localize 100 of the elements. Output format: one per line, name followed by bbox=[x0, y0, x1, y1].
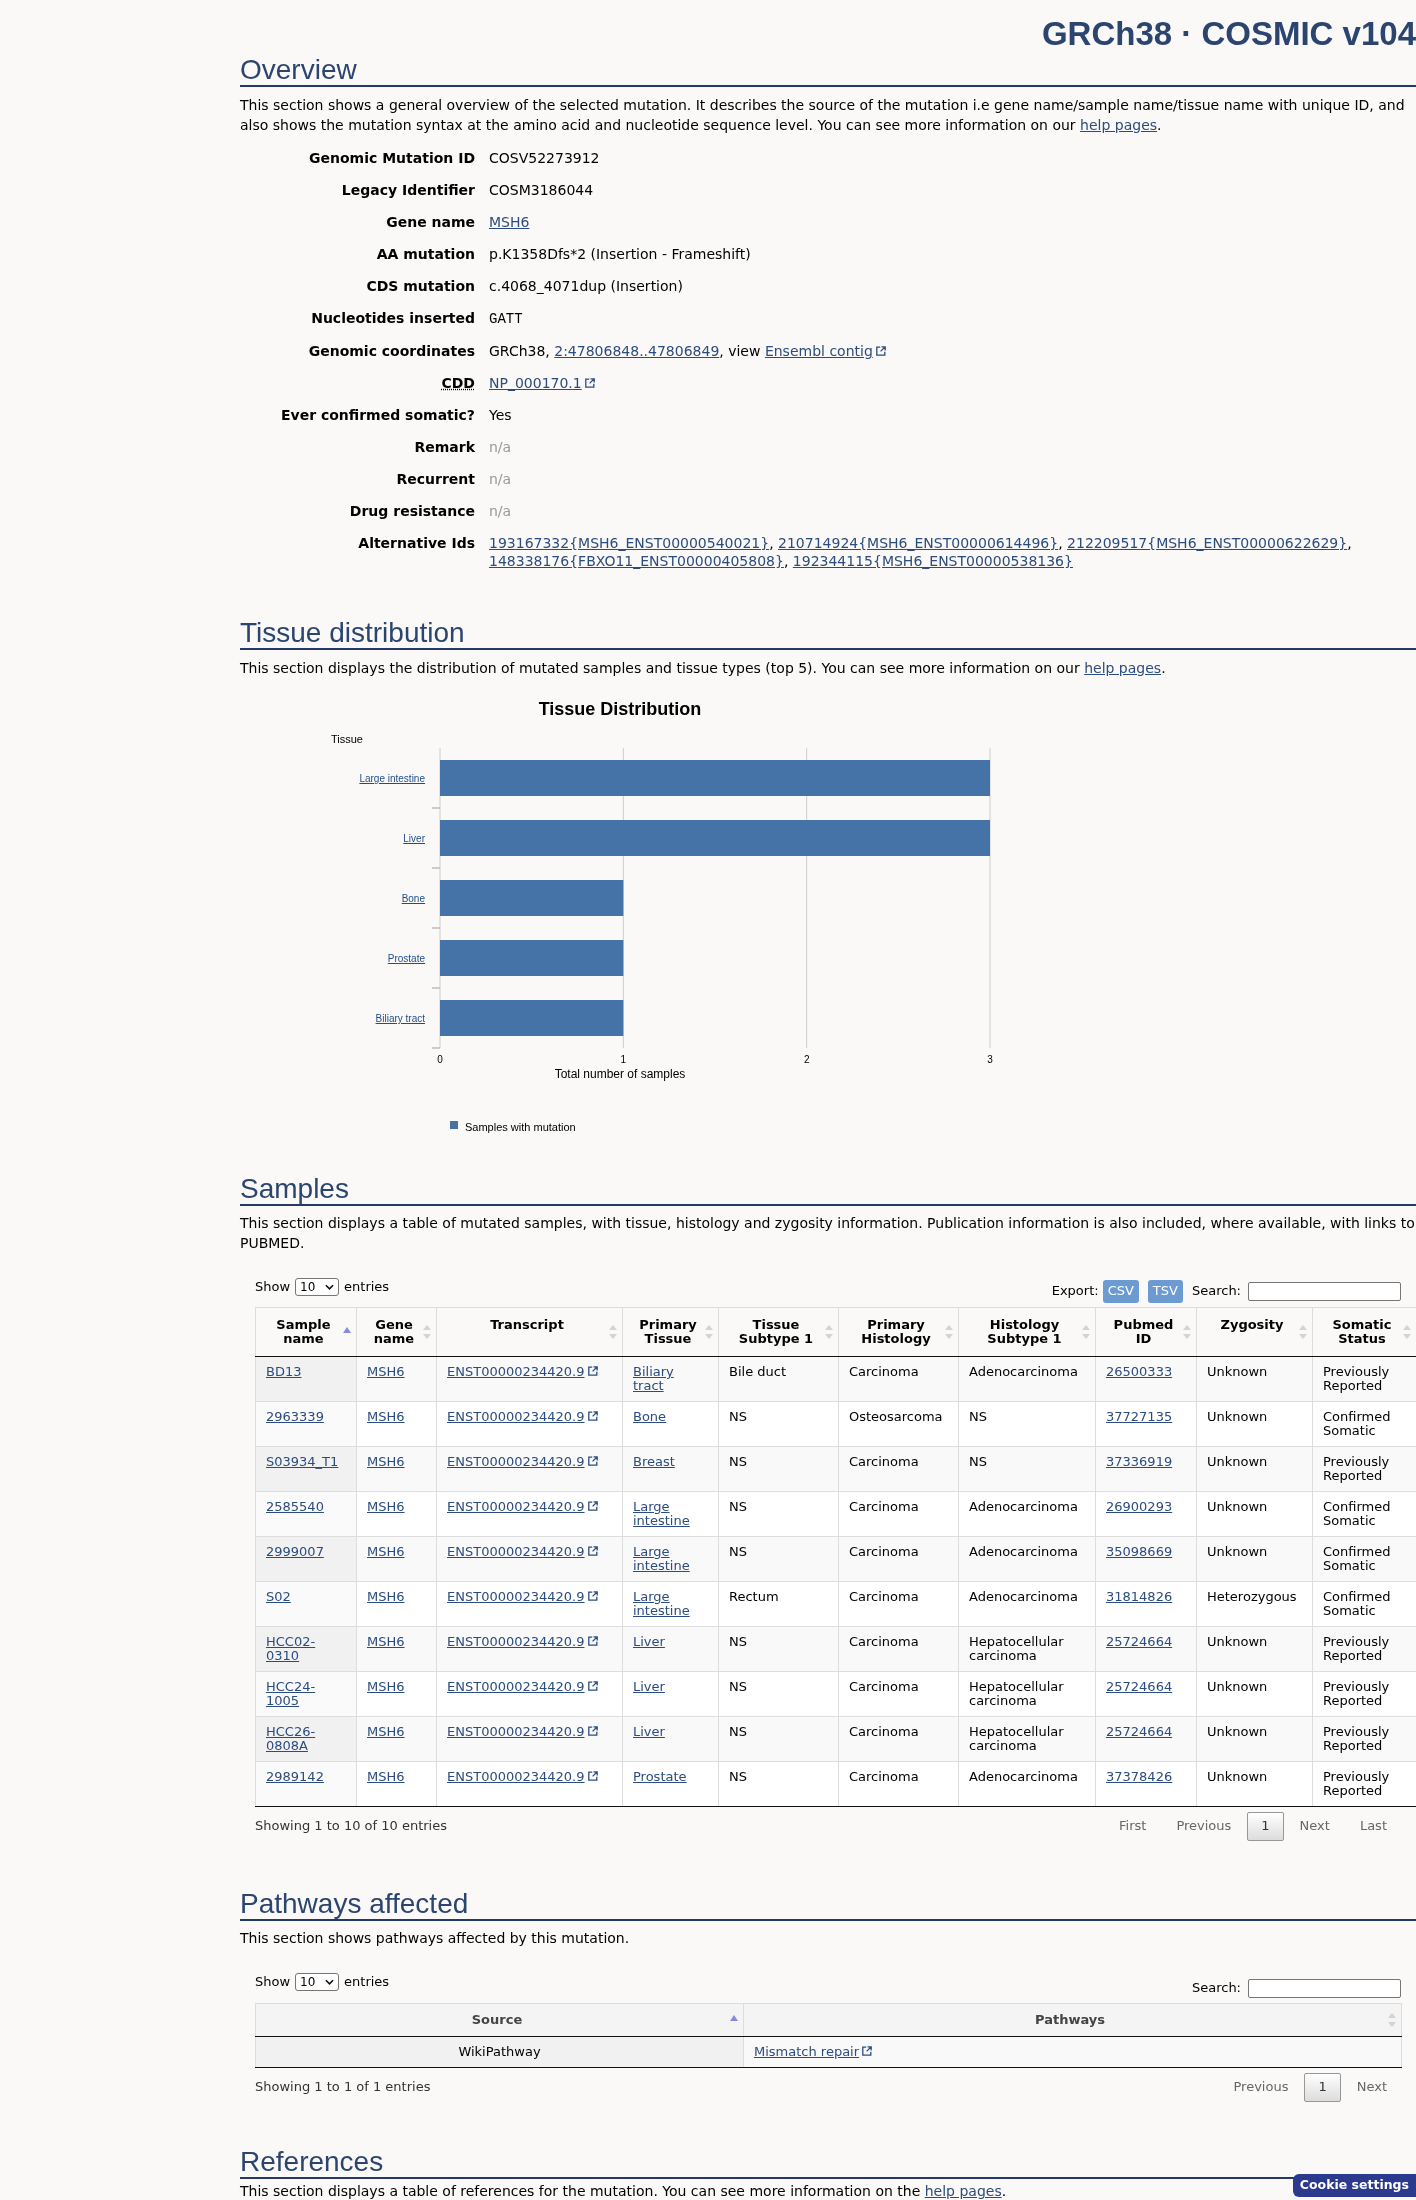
gene-link[interactable]: MSH6 bbox=[367, 1725, 405, 1739]
gene-link[interactable]: MSH6 bbox=[367, 1455, 405, 1469]
cookie-settings-button[interactable]: Cookie settings bbox=[1292, 2174, 1416, 2197]
pagination-button[interactable]: 1 bbox=[1247, 1811, 1284, 1841]
gene-link[interactable]: MSH6 bbox=[367, 1680, 405, 1694]
pubmed-link[interactable]: 37727135 bbox=[1106, 1410, 1173, 1424]
column-header[interactable]: Pathways bbox=[743, 2003, 1402, 2037]
sample-link[interactable]: 2999007 bbox=[266, 1545, 324, 1559]
field-link[interactable]: 148338176{FBXO11_ENST00000405808} bbox=[489, 553, 784, 569]
tick-label: 1 bbox=[620, 1054, 627, 1065]
sample-link[interactable]: 2585540 bbox=[266, 1500, 324, 1514]
pubmed-link[interactable]: 37336919 bbox=[1106, 1455, 1173, 1469]
column-header[interactable]: Somatic Status bbox=[1312, 1307, 1416, 1357]
sample-link[interactable]: HCC02-0310 bbox=[266, 1635, 346, 1663]
section-description: This section shows a general overview of the selected mutation. It describes the source of the mutation i.e gene name/sample name/tissue name with unique ID, and also shows the mutation syntax at the amino acid and nucleotide sequence level. You can see more information on our help pages. bbox=[240, 96, 1406, 135]
category-link[interactable]: Liver bbox=[403, 833, 425, 844]
table-cell: NS bbox=[718, 1761, 839, 1807]
table-cell: Unknown bbox=[1196, 1536, 1313, 1582]
field-link[interactable]: MSH6 bbox=[489, 214, 530, 230]
table-cell: Carcinoma bbox=[838, 1491, 959, 1537]
column-header[interactable]: Sample name bbox=[255, 1307, 357, 1357]
external-link-icon bbox=[862, 2046, 873, 2056]
column-header[interactable]: Zygosity bbox=[1196, 1307, 1313, 1357]
field-link[interactable]: 2:47806848..47806849 bbox=[554, 343, 720, 359]
chevron-down-icon bbox=[325, 1979, 335, 1985]
field-value: GRCh38, 2:47806848..47806849, view Ensembl contig bbox=[489, 343, 886, 359]
table-cell: Heterozygous bbox=[1196, 1581, 1313, 1627]
field-value: n/a bbox=[489, 503, 512, 519]
field-label: Alternative Ids bbox=[358, 535, 475, 551]
field-label: AA mutation bbox=[376, 246, 475, 262]
field-label: CDS mutation bbox=[366, 278, 475, 294]
column-header[interactable]: Transcript bbox=[436, 1307, 623, 1357]
sample-link[interactable]: HCC24-1005 bbox=[266, 1680, 346, 1708]
pubmed-link[interactable]: 26500333 bbox=[1106, 1365, 1173, 1379]
entries-select[interactable]: 10 bbox=[295, 1278, 340, 1296]
gene-link[interactable]: MSH6 bbox=[367, 1590, 405, 1604]
tissue-link[interactable]: Bone bbox=[633, 1410, 667, 1424]
table-cell: Unknown bbox=[1196, 1671, 1313, 1717]
tick-label: 0 bbox=[437, 1054, 443, 1065]
gene-link[interactable]: MSH6 bbox=[367, 1545, 405, 1559]
search-field[interactable] bbox=[1248, 1281, 1401, 1301]
tissue-link[interactable]: Breast bbox=[633, 1455, 675, 1469]
tissue-link[interactable]: Liver bbox=[633, 1680, 665, 1694]
pubmed-link[interactable]: 26900293 bbox=[1106, 1500, 1173, 1514]
field-link[interactable]: 192344115{MSH6_ENST00000538136} bbox=[792, 553, 1073, 569]
category-link[interactable]: Large intestine bbox=[359, 773, 425, 784]
pathway-link[interactable]: Mismatch repair bbox=[754, 2044, 873, 2059]
help-link[interactable]: help pages bbox=[1084, 660, 1162, 676]
field-link[interactable]: 212209517{MSH6_ENST00000622629} bbox=[1067, 535, 1348, 551]
column-header[interactable]: Histology Subtype 1 bbox=[958, 1307, 1096, 1357]
gene-link[interactable]: MSH6 bbox=[367, 1410, 405, 1424]
category-link[interactable]: Prostate bbox=[387, 953, 425, 964]
pubmed-link[interactable]: 25724664 bbox=[1106, 1635, 1173, 1649]
pubmed-link[interactable]: 25724664 bbox=[1106, 1680, 1173, 1694]
sample-link[interactable]: BD13 bbox=[266, 1365, 302, 1379]
field-link[interactable]: NP_000170.1 bbox=[489, 375, 595, 391]
gene-link[interactable]: MSH6 bbox=[367, 1365, 405, 1379]
pagination-button[interactable]: 1 bbox=[1304, 2072, 1341, 2102]
table-cell: Carcinoma bbox=[838, 1446, 959, 1492]
column-header[interactable]: Source bbox=[255, 2003, 744, 2037]
gene-link[interactable]: MSH6 bbox=[367, 1770, 405, 1784]
tissue-link[interactable]: Liver bbox=[633, 1635, 665, 1649]
field-link[interactable]: 210714924{MSH6_ENST00000614496} bbox=[778, 535, 1059, 551]
sample-link[interactable]: S02 bbox=[266, 1590, 291, 1604]
chart-title: Tissue Distribution bbox=[538, 699, 702, 719]
pubmed-link[interactable]: 37378426 bbox=[1106, 1770, 1173, 1784]
gene-link[interactable]: MSH6 bbox=[367, 1635, 405, 1649]
search-field[interactable] bbox=[1248, 1978, 1401, 1998]
category-link[interactable]: Biliary tract bbox=[375, 1013, 425, 1024]
table-cell: Bile duct bbox=[718, 1356, 839, 1402]
pubmed-link[interactable]: 35098669 bbox=[1106, 1545, 1173, 1559]
entries-select[interactable]: 10 bbox=[295, 1973, 340, 1991]
sample-link[interactable]: HCC26-0808A bbox=[266, 1725, 346, 1753]
column-header[interactable]: Tissue Subtype 1 bbox=[718, 1307, 839, 1357]
help-link[interactable]: help pages bbox=[924, 2183, 1002, 2199]
column-header[interactable]: Gene name bbox=[356, 1307, 437, 1357]
sample-link[interactable]: S03934_T1 bbox=[266, 1455, 339, 1469]
external-link-icon bbox=[584, 378, 595, 388]
category-link[interactable]: Bone bbox=[401, 893, 425, 904]
tissue-link[interactable]: Prostate bbox=[633, 1770, 687, 1784]
gene-link[interactable]: MSH6 bbox=[367, 1500, 405, 1514]
chevron-down-icon bbox=[325, 1284, 335, 1290]
tissue-link[interactable]: Liver bbox=[633, 1725, 665, 1739]
export-label: Export: bbox=[1051, 1282, 1099, 1301]
field-link[interactable]: Ensembl contig bbox=[764, 343, 886, 359]
pubmed-link[interactable]: 25724664 bbox=[1106, 1725, 1173, 1739]
column-header[interactable]: Primary Tissue bbox=[622, 1307, 719, 1357]
table-cell: Unknown bbox=[1196, 1761, 1313, 1807]
table-cell: NS bbox=[718, 1401, 839, 1447]
sample-link[interactable]: 2963339 bbox=[266, 1410, 324, 1424]
sample-link[interactable]: 2989142 bbox=[266, 1770, 324, 1784]
show-label: Show bbox=[255, 1278, 291, 1297]
page-title: GRCh38 · COSMIC v104 bbox=[1041, 14, 1416, 54]
field-value: COSV52273912 bbox=[489, 150, 600, 166]
field-link[interactable]: 193167332{MSH6_ENST00000540021} bbox=[489, 535, 770, 551]
table-cell: Unknown bbox=[1196, 1356, 1313, 1402]
field-label: Recurrent bbox=[396, 471, 475, 487]
pubmed-link[interactable]: 31814826 bbox=[1106, 1590, 1173, 1604]
column-header[interactable]: Pubmed ID bbox=[1095, 1307, 1197, 1357]
column-header[interactable]: Primary Histology bbox=[838, 1307, 959, 1357]
